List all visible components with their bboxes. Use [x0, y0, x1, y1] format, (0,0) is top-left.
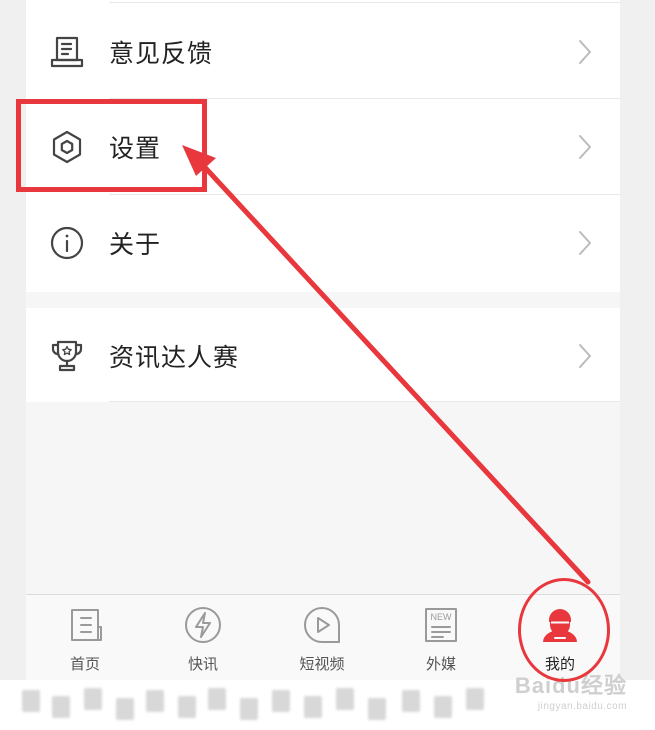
tab-label: 短视频: [299, 655, 345, 673]
row-divider: [109, 401, 620, 402]
tab-foreign-media[interactable]: NEW 外媒: [382, 595, 500, 681]
blurred-block: [402, 690, 420, 712]
blurred-block: [208, 688, 226, 710]
blurred-block: [84, 688, 102, 710]
extra-menu-group: 资讯达人赛: [26, 308, 620, 402]
watermark-url-text: jingyan.baidu.com: [537, 701, 627, 712]
flash-icon: [183, 605, 223, 645]
blurred-block: [368, 698, 386, 720]
chevron-right-icon: [578, 343, 592, 369]
blurred-block: [434, 696, 452, 718]
play-icon: [302, 605, 342, 645]
feedback-icon: [49, 34, 85, 70]
blurred-block: [240, 698, 258, 720]
tab-label: 快讯: [187, 655, 218, 673]
menu-item-contest[interactable]: 资讯达人赛: [26, 308, 620, 404]
tab-label: 首页: [69, 655, 100, 673]
menu-item-label: 资讯达人赛: [109, 343, 240, 372]
menu-item-label: 意见反馈: [109, 39, 214, 68]
new-badge-text: NEW: [431, 612, 453, 622]
menu-item-feedback[interactable]: 意见反馈: [26, 4, 620, 100]
blurred-block: [178, 696, 196, 718]
chevron-right-icon: [578, 230, 592, 256]
right-margin: [620, 0, 655, 680]
blurred-block: [466, 688, 484, 710]
blurred-block: [272, 690, 290, 712]
tab-home[interactable]: 首页: [26, 595, 144, 681]
tab-flash[interactable]: 快讯: [144, 595, 262, 681]
menu-item-label: 关于: [109, 230, 162, 259]
blurred-block: [336, 688, 354, 710]
blurred-block: [22, 690, 40, 712]
settings-highlight-box: [16, 99, 207, 192]
info-icon: [49, 225, 85, 261]
chevron-right-icon: [578, 134, 592, 160]
home-news-icon: [65, 605, 105, 645]
chevron-right-icon: [578, 39, 592, 65]
new-paper-icon: NEW: [421, 605, 461, 645]
blurred-block: [52, 696, 70, 718]
blurred-block: [146, 690, 164, 712]
tab-label: 外媒: [425, 655, 456, 673]
trophy-icon: [49, 338, 85, 374]
blurred-block: [304, 696, 322, 718]
tab-short-video[interactable]: 短视频: [263, 595, 381, 681]
row-divider: [109, 2, 620, 3]
mine-tab-highlight-circle: [518, 578, 610, 682]
menu-item-about[interactable]: 关于: [26, 195, 620, 291]
blurred-block: [116, 698, 134, 720]
